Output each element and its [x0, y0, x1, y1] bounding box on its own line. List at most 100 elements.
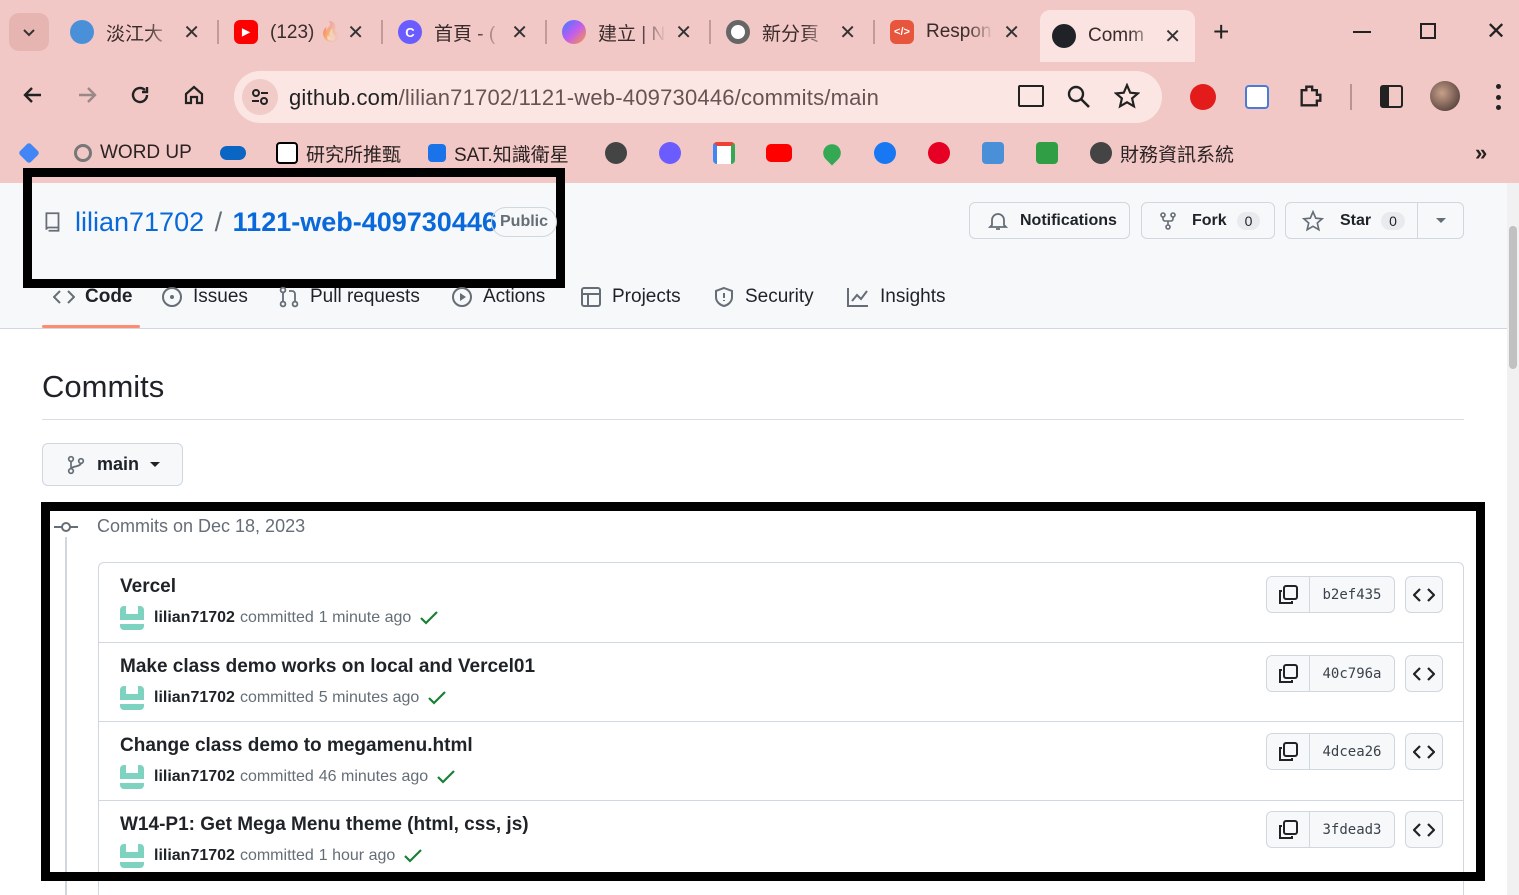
extensions-icon[interactable]: [1297, 82, 1325, 110]
tab-label: Insights: [880, 286, 946, 307]
tab-3[interactable]: 建立 | N ✕: [562, 12, 692, 52]
shield-icon: [715, 286, 733, 308]
page-title: Commits: [42, 369, 165, 404]
github-icon: [1052, 24, 1076, 48]
bookmark-3[interactable]: 研究所推甄: [276, 141, 401, 166]
bookmark-6[interactable]: [659, 141, 689, 165]
tab-separator: [217, 20, 219, 44]
repo-name-link[interactable]: 1121-web-409730446: [233, 207, 497, 237]
tab-title: Respon: [926, 21, 992, 42]
more-bookmarks-icon[interactable]: »: [1475, 140, 1487, 165]
profile-avatar[interactable]: [1430, 81, 1460, 111]
tab-label: Security: [745, 286, 814, 307]
globe-icon: [1090, 142, 1112, 164]
tab-label: Actions: [483, 286, 546, 307]
close-window-button[interactable]: ✕: [1486, 17, 1506, 46]
tab-label: Pull requests: [310, 286, 420, 307]
bookmark-4[interactable]: SAT.知識衛星: [428, 141, 569, 166]
bookmark-11[interactable]: [928, 141, 958, 165]
tab-title: 淡江大: [106, 23, 164, 45]
toolbar-divider: [1350, 84, 1352, 110]
visibility-badge: Public: [491, 207, 558, 237]
gmail-icon: [713, 142, 735, 164]
notion-icon: [276, 142, 298, 164]
branch-selector[interactable]: main: [42, 443, 183, 486]
close-icon[interactable]: ✕: [511, 20, 528, 45]
site-info-button[interactable]: [242, 79, 278, 115]
bookmark-12[interactable]: [982, 141, 1012, 165]
zoom-icon[interactable]: [1066, 84, 1092, 110]
url-path: /lilian71702/1121-web-409730446/commits/…: [398, 85, 880, 110]
back-button[interactable]: [18, 80, 48, 110]
tab-actions[interactable]: Actions: [451, 284, 545, 310]
tab-pull-requests[interactable]: Pull requests: [278, 284, 420, 310]
bookmark-5[interactable]: [605, 141, 635, 165]
tab-insights[interactable]: Insights: [846, 284, 945, 310]
tab-title: 建立 | N: [598, 23, 666, 45]
bookmark-1[interactable]: WORD UP: [74, 141, 192, 165]
issue-icon: [162, 287, 182, 307]
tab-0[interactable]: 淡江大 ✕: [70, 12, 200, 52]
install-app-icon[interactable]: [1018, 85, 1044, 107]
close-icon[interactable]: ✕: [1003, 20, 1020, 45]
tab-1[interactable]: ▶ (123) 🔥 ✕: [234, 12, 364, 52]
translate-extension-icon[interactable]: [1245, 85, 1269, 109]
repo-icon: [45, 212, 60, 232]
url-host: github.com: [289, 85, 399, 110]
address-bar[interactable]: github.com/lilian71702/1121-web-40973044…: [234, 71, 1162, 123]
notifications-button[interactable]: Notifications: [969, 202, 1130, 239]
tab-issues[interactable]: Issues: [161, 284, 248, 310]
browser-chrome: 淡江大 ✕ ▶ (123) 🔥 ✕ C 首頁 - ( ✕ 建立 | N ✕ 新分…: [0, 0, 1519, 183]
minimize-button[interactable]: [1353, 31, 1371, 33]
chrome-menu-icon[interactable]: [1495, 84, 1501, 110]
tab-title: Comm: [1088, 25, 1144, 46]
star-button[interactable]: Star 0: [1285, 202, 1418, 239]
bookmark-label: 財務資訊系統: [1120, 144, 1235, 166]
repo-separator: /: [214, 207, 223, 237]
close-icon[interactable]: ✕: [1164, 24, 1181, 49]
bookmark-10[interactable]: [874, 141, 904, 165]
close-icon[interactable]: ✕: [183, 20, 200, 45]
fork-icon: [1160, 211, 1176, 230]
bookmark-9[interactable]: [819, 140, 851, 166]
bookmark-13[interactable]: [1036, 141, 1066, 165]
repo-owner-link[interactable]: lilian71702: [75, 207, 204, 237]
bookmark-14[interactable]: 財務資訊系統: [1090, 141, 1235, 166]
bookmark-8[interactable]: [766, 141, 800, 165]
reload-button[interactable]: [125, 80, 155, 110]
star-dropdown-button[interactable]: [1417, 202, 1464, 239]
tab-projects[interactable]: Projects: [580, 284, 681, 310]
star-label: Star: [1340, 211, 1372, 229]
close-icon[interactable]: ✕: [839, 20, 856, 45]
bookmark-icon: [74, 144, 92, 162]
repo-title: lilian71702 / 1121-web-409730446: [75, 207, 497, 238]
tab-search-button[interactable]: [9, 13, 49, 51]
tab-title: 新分頁: [762, 23, 820, 45]
tab-2[interactable]: C 首頁 - ( ✕: [398, 12, 528, 52]
close-icon[interactable]: ✕: [675, 20, 692, 45]
maximize-button[interactable]: [1420, 23, 1436, 39]
tab-5[interactable]: </> Respon ✕: [890, 12, 1020, 52]
bookmark-0[interactable]: [18, 141, 48, 165]
tab-separator: [381, 20, 383, 44]
annotation-box-commits: [41, 502, 1485, 881]
home-button[interactable]: [179, 80, 209, 110]
scrollbar-thumb[interactable]: [1509, 226, 1517, 369]
tab-code[interactable]: Code: [53, 284, 133, 310]
tab-label: Code: [85, 286, 133, 307]
tab-title: (123) 🔥: [270, 22, 338, 43]
sat-icon: [428, 144, 446, 162]
tab-security[interactable]: Security: [713, 284, 814, 310]
bookmark-2[interactable]: [220, 141, 254, 165]
onedrive-icon: [220, 146, 246, 160]
bookmark-star-icon[interactable]: [1114, 83, 1140, 109]
close-icon[interactable]: ✕: [347, 20, 364, 45]
fork-button[interactable]: Fork 0: [1141, 202, 1275, 239]
side-panel-icon[interactable]: [1380, 85, 1403, 108]
bookmark-7[interactable]: [713, 141, 743, 165]
adblock-extension-icon[interactable]: [1190, 84, 1216, 110]
tab-4[interactable]: 新分頁 ✕: [726, 12, 856, 52]
tab-active-github[interactable]: Comm ✕: [1040, 10, 1195, 62]
forward-button[interactable]: [72, 80, 102, 110]
new-tab-icon[interactable]: +: [1213, 16, 1229, 48]
